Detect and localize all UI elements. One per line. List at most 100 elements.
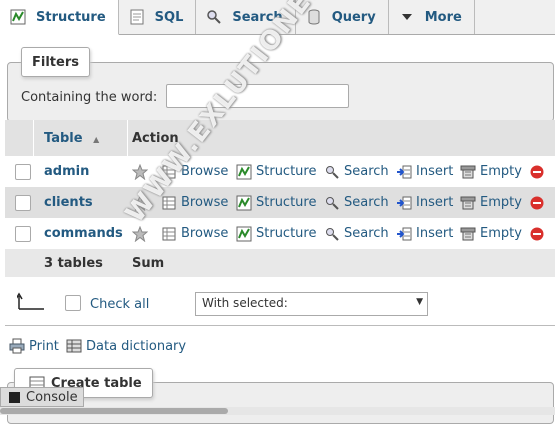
data-dictionary-label: Data dictionary [86,338,187,354]
search-icon [206,9,222,25]
print-label: Print [29,338,59,354]
tab-search[interactable]: Search [196,0,296,34]
search-link[interactable]: Search [324,195,389,211]
horizontal-scrollbar[interactable] [0,407,555,415]
tab-sql[interactable]: SQL [119,0,197,34]
favorite-button[interactable] [132,225,152,242]
search-icon [324,164,340,180]
tab-structure[interactable]: Structure [0,0,119,35]
action-label: Browse [181,164,229,179]
tab-bar: Structure SQL Search Query More [0,0,555,35]
column-separator [33,120,34,156]
search-link[interactable]: Search [324,164,389,180]
print-link[interactable]: Print [9,338,59,354]
table-row: clients Browse Structure Search Insert E… [5,187,555,218]
dropdown-value: With selected: [202,296,288,310]
structure-icon [236,226,252,242]
structure-link[interactable]: Structure [236,164,316,180]
table-row: admin Browse Structure Search Insert Emp… [5,156,555,187]
tab-label: Query [331,9,376,25]
search-link[interactable]: Search [324,226,389,242]
with-selected-dropdown[interactable]: With selected: ▼ [195,292,428,316]
table-name-link[interactable]: clients [44,195,93,210]
empty-link[interactable]: Empty [460,164,522,180]
empty-link[interactable]: Empty [460,226,522,242]
favorite-button[interactable] [132,194,152,211]
search-icon [324,226,340,242]
sort-icon: ▲ [93,134,100,144]
chevron-down-icon [399,9,415,25]
action-label: Search [344,226,389,241]
structure-link[interactable]: Structure [236,226,316,242]
data-dictionary-link[interactable]: Data dictionary [66,338,186,354]
insert-link[interactable]: Insert [396,164,453,180]
table-header: Table ▲ Action [5,120,555,156]
action-label: Insert [416,195,454,210]
sql-icon [129,9,145,25]
action-label: Browse [181,195,229,210]
console-toggle[interactable]: Console [0,387,84,407]
action-label: Insert [416,164,454,179]
action-label: Structure [256,226,317,241]
empty-icon [460,226,476,242]
browse-link[interactable]: Browse [161,195,228,211]
column-separator [127,120,128,156]
empty-link[interactable]: Empty [460,195,522,211]
star-icon [132,225,148,242]
query-icon [306,9,322,25]
print-icon [9,338,25,354]
insert-link[interactable]: Insert [396,195,453,211]
filter-label: Containing the word: [21,90,158,105]
star-icon [132,163,148,180]
tab-more[interactable]: More [389,0,475,34]
insert-icon [396,164,412,180]
drop-button[interactable] [529,164,549,180]
drop-button[interactable] [529,195,549,211]
sort-table-header[interactable]: Table ▲ [44,131,99,146]
row-checkbox[interactable] [15,194,31,211]
arrow-up-icon [17,292,44,310]
structure-link[interactable]: Structure [236,195,316,211]
structure-icon [236,164,252,180]
insert-icon [396,195,412,211]
row-checkbox[interactable] [15,163,31,180]
action-label: Search [344,195,389,210]
dropdown-caret-icon: ▼ [416,297,423,307]
insert-link[interactable]: Insert [396,226,453,242]
row-checkbox[interactable] [15,225,31,242]
drop-icon [529,195,545,211]
table-name-link[interactable]: commands [44,226,123,241]
search-icon [324,195,340,211]
filter-input[interactable] [166,84,349,108]
browse-icon [161,164,177,180]
action-header: Action [132,130,179,146]
tab-label: Search [232,9,283,25]
tab-label: More [424,9,462,25]
action-label: Empty [480,195,522,210]
table-name-link[interactable]: admin [44,164,89,179]
favorite-button[interactable] [132,163,152,180]
action-label: Structure [256,164,317,179]
empty-icon [460,195,476,211]
check-all-link[interactable]: Check all [90,297,149,312]
data-dictionary-icon [66,338,82,354]
action-label: Browse [181,226,229,241]
structure-icon [10,9,26,25]
tab-label: Structure [36,9,106,25]
browse-icon [161,226,177,242]
divider [5,325,555,326]
check-all-checkbox[interactable] [65,295,81,311]
tab-query[interactable]: Query [296,0,389,34]
table-row: commands Browse Structure Search Insert … [5,218,555,249]
sum-label: Sum [132,255,165,271]
star-icon [132,194,148,211]
browse-icon [161,195,177,211]
action-label: Empty [480,164,522,179]
scrollbar-thumb[interactable] [0,408,228,414]
browse-link[interactable]: Browse [161,164,228,180]
drop-button[interactable] [529,226,549,242]
action-label: Insert [416,226,454,241]
browse-link[interactable]: Browse [161,226,228,242]
table-count: 3 tables [44,255,103,271]
empty-icon [460,164,476,180]
